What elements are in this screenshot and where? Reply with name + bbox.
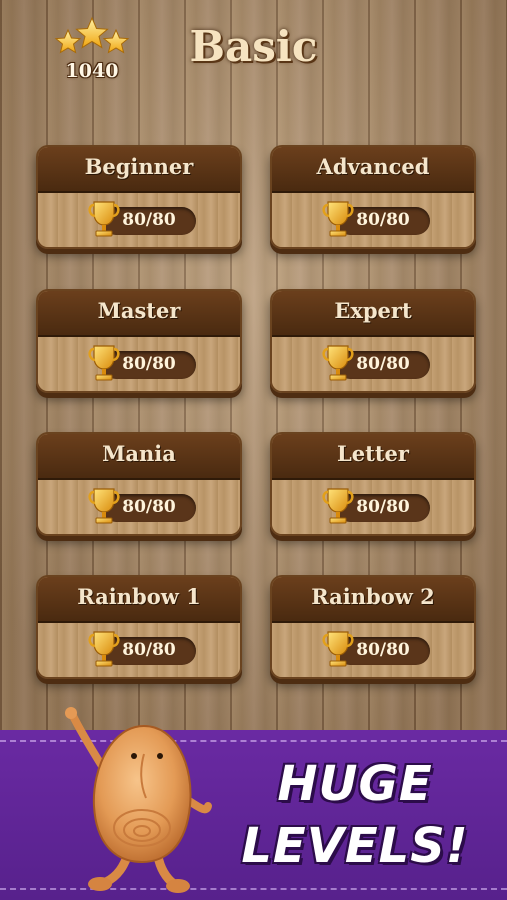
level-card-header: Letter (272, 434, 474, 480)
level-name: Mania (102, 441, 176, 466)
level-card-header: Beginner (38, 147, 240, 193)
level-name: Letter (337, 441, 409, 466)
trophy-icon (86, 484, 122, 528)
level-card-beginner[interactable]: Beginner 80/80 (36, 145, 242, 249)
trophy-icon (86, 627, 122, 671)
level-card-header: Rainbow 2 (272, 577, 474, 623)
level-card-advanced[interactable]: Advanced 80/80 (270, 145, 476, 249)
level-card-header: Mania (38, 434, 240, 480)
level-card-body: 80/80 (272, 193, 474, 247)
level-card-header: Master (38, 291, 240, 337)
level-name: Rainbow 1 (77, 584, 201, 609)
level-card-body: 80/80 (38, 337, 240, 391)
level-card-header: Rainbow 1 (38, 577, 240, 623)
level-card-body: 80/80 (272, 623, 474, 677)
level-name: Expert (334, 298, 412, 323)
trophy-icon (86, 197, 122, 241)
level-card-body: 80/80 (38, 623, 240, 677)
level-name: Rainbow 2 (311, 584, 435, 609)
level-card-master[interactable]: Master 80/80 (36, 289, 242, 393)
trophy-icon (320, 197, 356, 241)
level-name: Master (97, 298, 181, 323)
level-card-body: 80/80 (38, 480, 240, 534)
level-card-expert[interactable]: Expert 80/80 (270, 289, 476, 393)
level-card-body: 80/80 (38, 193, 240, 247)
level-card-header: Expert (272, 291, 474, 337)
page-title: Basic (189, 22, 318, 71)
trophy-icon (86, 341, 122, 385)
level-card-letter[interactable]: Letter 80/80 (270, 432, 476, 536)
level-name: Beginner (84, 154, 194, 179)
trophy-icon (320, 627, 356, 671)
level-card-rainbow-1[interactable]: Rainbow 1 80/80 (36, 575, 242, 679)
trophy-icon (320, 341, 356, 385)
level-card-body: 80/80 (272, 480, 474, 534)
level-card-rainbow-2[interactable]: Rainbow 2 80/80 (270, 575, 476, 679)
level-card-header: Advanced (272, 147, 474, 193)
trophy-icon (320, 484, 356, 528)
wooden-mascot (65, 707, 212, 893)
promo-line-huge: HUGE (277, 756, 433, 812)
level-card-mania[interactable]: Mania 80/80 (36, 432, 242, 536)
level-card-body: 80/80 (272, 337, 474, 391)
level-name: Advanced (316, 154, 430, 179)
promo-line-levels: LEVELS! (241, 818, 469, 874)
